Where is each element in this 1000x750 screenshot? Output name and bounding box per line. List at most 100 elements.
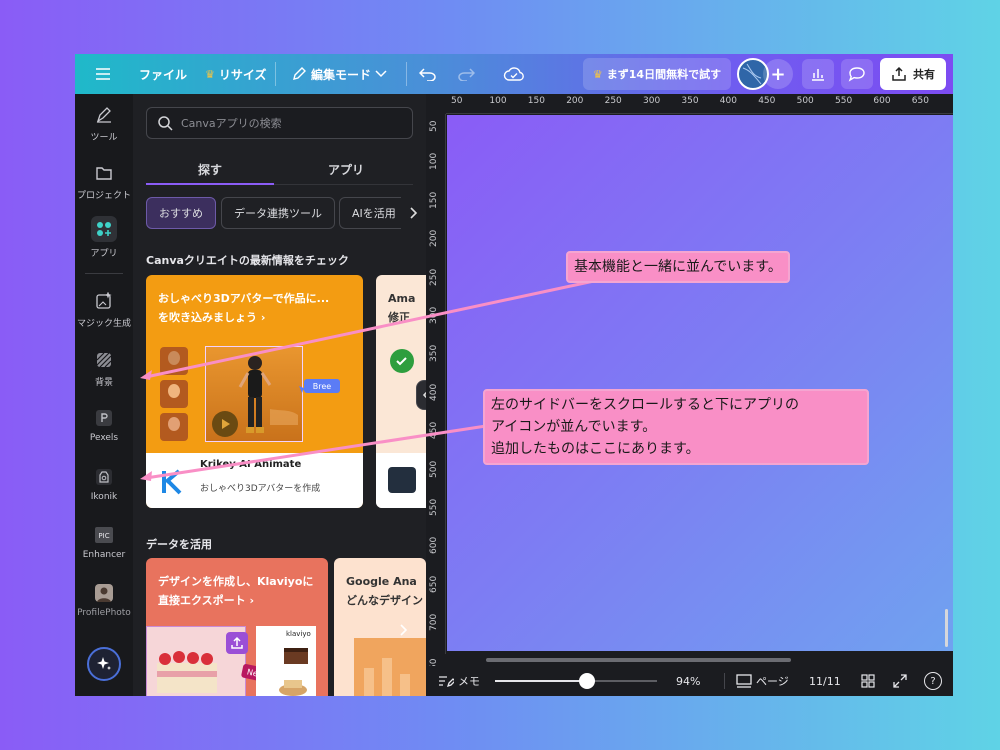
- card-footer: Krikey AI Animate おしゃべり3Dアバターを作成: [146, 453, 363, 508]
- free-trial-button[interactable]: ♛ まず14日間無料で試す: [583, 58, 731, 90]
- comment-icon: [848, 67, 865, 82]
- sidebar-item-tools[interactable]: ツール: [75, 104, 133, 143]
- zoom-slider[interactable]: [495, 673, 657, 689]
- ikonik-icon: [93, 466, 115, 488]
- play-button[interactable]: [212, 411, 238, 437]
- ruler-tick-label: 100: [429, 153, 439, 171]
- insights-button[interactable]: [802, 59, 834, 89]
- chocolate-cake-icon: [284, 648, 308, 664]
- card-headline: おしゃべり3Dアバターで作品に... を吹き込みましょう ›: [158, 292, 330, 324]
- ruler-tick-label: 550: [429, 498, 439, 516]
- ruler-tick-label: 350: [429, 345, 439, 363]
- callout-bottom: 左のサイドバーをスクロールすると下にアプリの アイコンが並んでいます。 追加した…: [483, 389, 869, 465]
- promo-card-google-analytics[interactable]: Google Ana どんなデザイン: [334, 558, 426, 696]
- chevron-right-icon: [409, 207, 417, 219]
- design-page[interactable]: [447, 115, 953, 651]
- apps-search-input[interactable]: Canvaアプリの検索: [146, 107, 413, 139]
- share-upload-icon: [892, 66, 906, 81]
- avatar-thumb: [160, 413, 188, 441]
- profile-photo-icon: [93, 582, 115, 604]
- left-sidebar: ツール プロジェクト アプリ マジック生成 背景 Pexels Ikonik P…: [75, 94, 133, 696]
- pencil-icon: [293, 67, 306, 80]
- sidebar-item-projects[interactable]: プロジェクト: [75, 162, 133, 201]
- menu-button[interactable]: [95, 54, 111, 94]
- promo-card-krikey[interactable]: おしゃべり3Dアバターで作品に... を吹き込みましょう › Bree Krik…: [146, 275, 363, 508]
- ruler-tick-label: 50: [429, 120, 439, 132]
- toolbar-divider: [406, 62, 407, 86]
- notes-button[interactable]: メモ: [438, 666, 480, 696]
- ruler-tick-label: 400: [429, 383, 439, 401]
- section-title-data: データを活用: [146, 538, 212, 551]
- share-button[interactable]: 共有: [880, 58, 946, 90]
- chip-recommended[interactable]: おすすめ: [146, 197, 216, 229]
- save-status-button[interactable]: [503, 54, 525, 94]
- collaborator-tag: Bree: [304, 379, 340, 393]
- zoom-slider-fill: [495, 680, 588, 682]
- apps-panel: Canvaアプリの検索 探す アプリ おすすめ データ連携ツール AIを活用 C…: [133, 94, 426, 696]
- redo-button[interactable]: [457, 54, 475, 94]
- krikey-logo-icon: [162, 469, 182, 495]
- zoom-slider-thumb[interactable]: [579, 673, 596, 689]
- sidebar-item-pexels[interactable]: Pexels: [75, 407, 133, 443]
- promo-card-klaviyo[interactable]: デザインを作成し、Klaviyoに 直接エクスポート › Ned klaviyo: [146, 558, 328, 696]
- sparkle-icon: [97, 657, 111, 670]
- card-headline: デザインを作成し、Klaviyoに 直接エクスポート ›: [158, 575, 314, 607]
- ruler-tick-label: 250: [429, 268, 439, 286]
- crown-icon: ♛: [205, 67, 215, 81]
- horizontal-ruler: 50 100 150 200 250 300 350 400 450 500 550 600 650: [446, 94, 953, 114]
- sidebar-item-enhancer[interactable]: PIC Enhancer: [75, 524, 133, 560]
- ruler-tick-label: 200: [566, 96, 584, 106]
- chips-next-button[interactable]: [401, 197, 426, 229]
- comments-button[interactable]: [841, 59, 873, 89]
- ruler-tick-label: 350: [681, 96, 699, 106]
- vertical-scrollbar[interactable]: [945, 609, 948, 647]
- resize-button[interactable]: ♛ リサイズ: [205, 54, 267, 94]
- ruler-tick-label: 500: [429, 460, 439, 478]
- card-app-desc: おしゃべり3Dアバターを作成: [200, 484, 321, 494]
- sidebar-item-ikonik[interactable]: Ikonik: [75, 466, 133, 502]
- fullscreen-expand-icon: [893, 674, 907, 688]
- help-button[interactable]: ?: [924, 666, 942, 696]
- panel-tabs: 探す アプリ: [146, 154, 413, 186]
- ruler-tick-label: 600: [429, 537, 439, 555]
- bar-chart-icon: [812, 69, 824, 81]
- grid-view-button[interactable]: [861, 666, 875, 696]
- card-footer: [376, 453, 426, 508]
- sidebar-item-profilephoto[interactable]: ProfilePhoto: [75, 582, 133, 618]
- search-icon: [158, 116, 173, 131]
- ruler-tick-label: 450: [429, 422, 439, 440]
- sidebar-item-magic-media[interactable]: マジック生成: [75, 290, 133, 329]
- chip-data-tools[interactable]: データ連携ツール: [221, 197, 335, 229]
- pages-button[interactable]: ページ: [736, 666, 789, 696]
- play-icon: [222, 419, 230, 429]
- crown-icon: ♛: [592, 67, 603, 81]
- tab-apps[interactable]: アプリ: [279, 154, 413, 184]
- folder-icon: [93, 162, 115, 184]
- active-tab-indicator: [146, 183, 274, 185]
- tab-discover[interactable]: 探す: [146, 154, 274, 184]
- ruler-tick-label: 150: [429, 191, 439, 209]
- card-headline: Google Ana どんなデザイン: [346, 575, 423, 607]
- avatar-thumb: [160, 347, 188, 375]
- sidebar-item-apps[interactable]: アプリ: [75, 216, 133, 259]
- ruler-tick-label: 100: [489, 96, 507, 106]
- redo-icon: [458, 68, 475, 81]
- apps-grid-icon: [91, 216, 117, 242]
- sidebar-divider: [85, 273, 123, 274]
- ruler-tick-label: 500: [796, 96, 814, 106]
- undo-button[interactable]: [419, 54, 437, 94]
- page-counter: 11/11: [809, 674, 841, 688]
- file-menu-button[interactable]: ファイル: [139, 54, 187, 94]
- edit-mode-dropdown[interactable]: 編集モード: [291, 54, 387, 94]
- avatar-thumb: [160, 380, 188, 408]
- plus-icon: +: [770, 63, 786, 85]
- sidebar-item-background[interactable]: 背景: [75, 349, 133, 388]
- pexels-icon: [93, 407, 115, 429]
- top-toolbar: ファイル ♛ リサイズ 編集モード ♛ まず14日間無料で試す + 共有: [75, 54, 953, 94]
- horizontal-scrollbar[interactable]: [486, 658, 791, 662]
- zoom-value[interactable]: 94%: [676, 666, 700, 696]
- add-collaborator-button[interactable]: +: [763, 59, 793, 89]
- cloud-check-icon: [503, 67, 524, 81]
- fullscreen-button[interactable]: [893, 666, 907, 696]
- magic-assistant-button[interactable]: [87, 647, 121, 681]
